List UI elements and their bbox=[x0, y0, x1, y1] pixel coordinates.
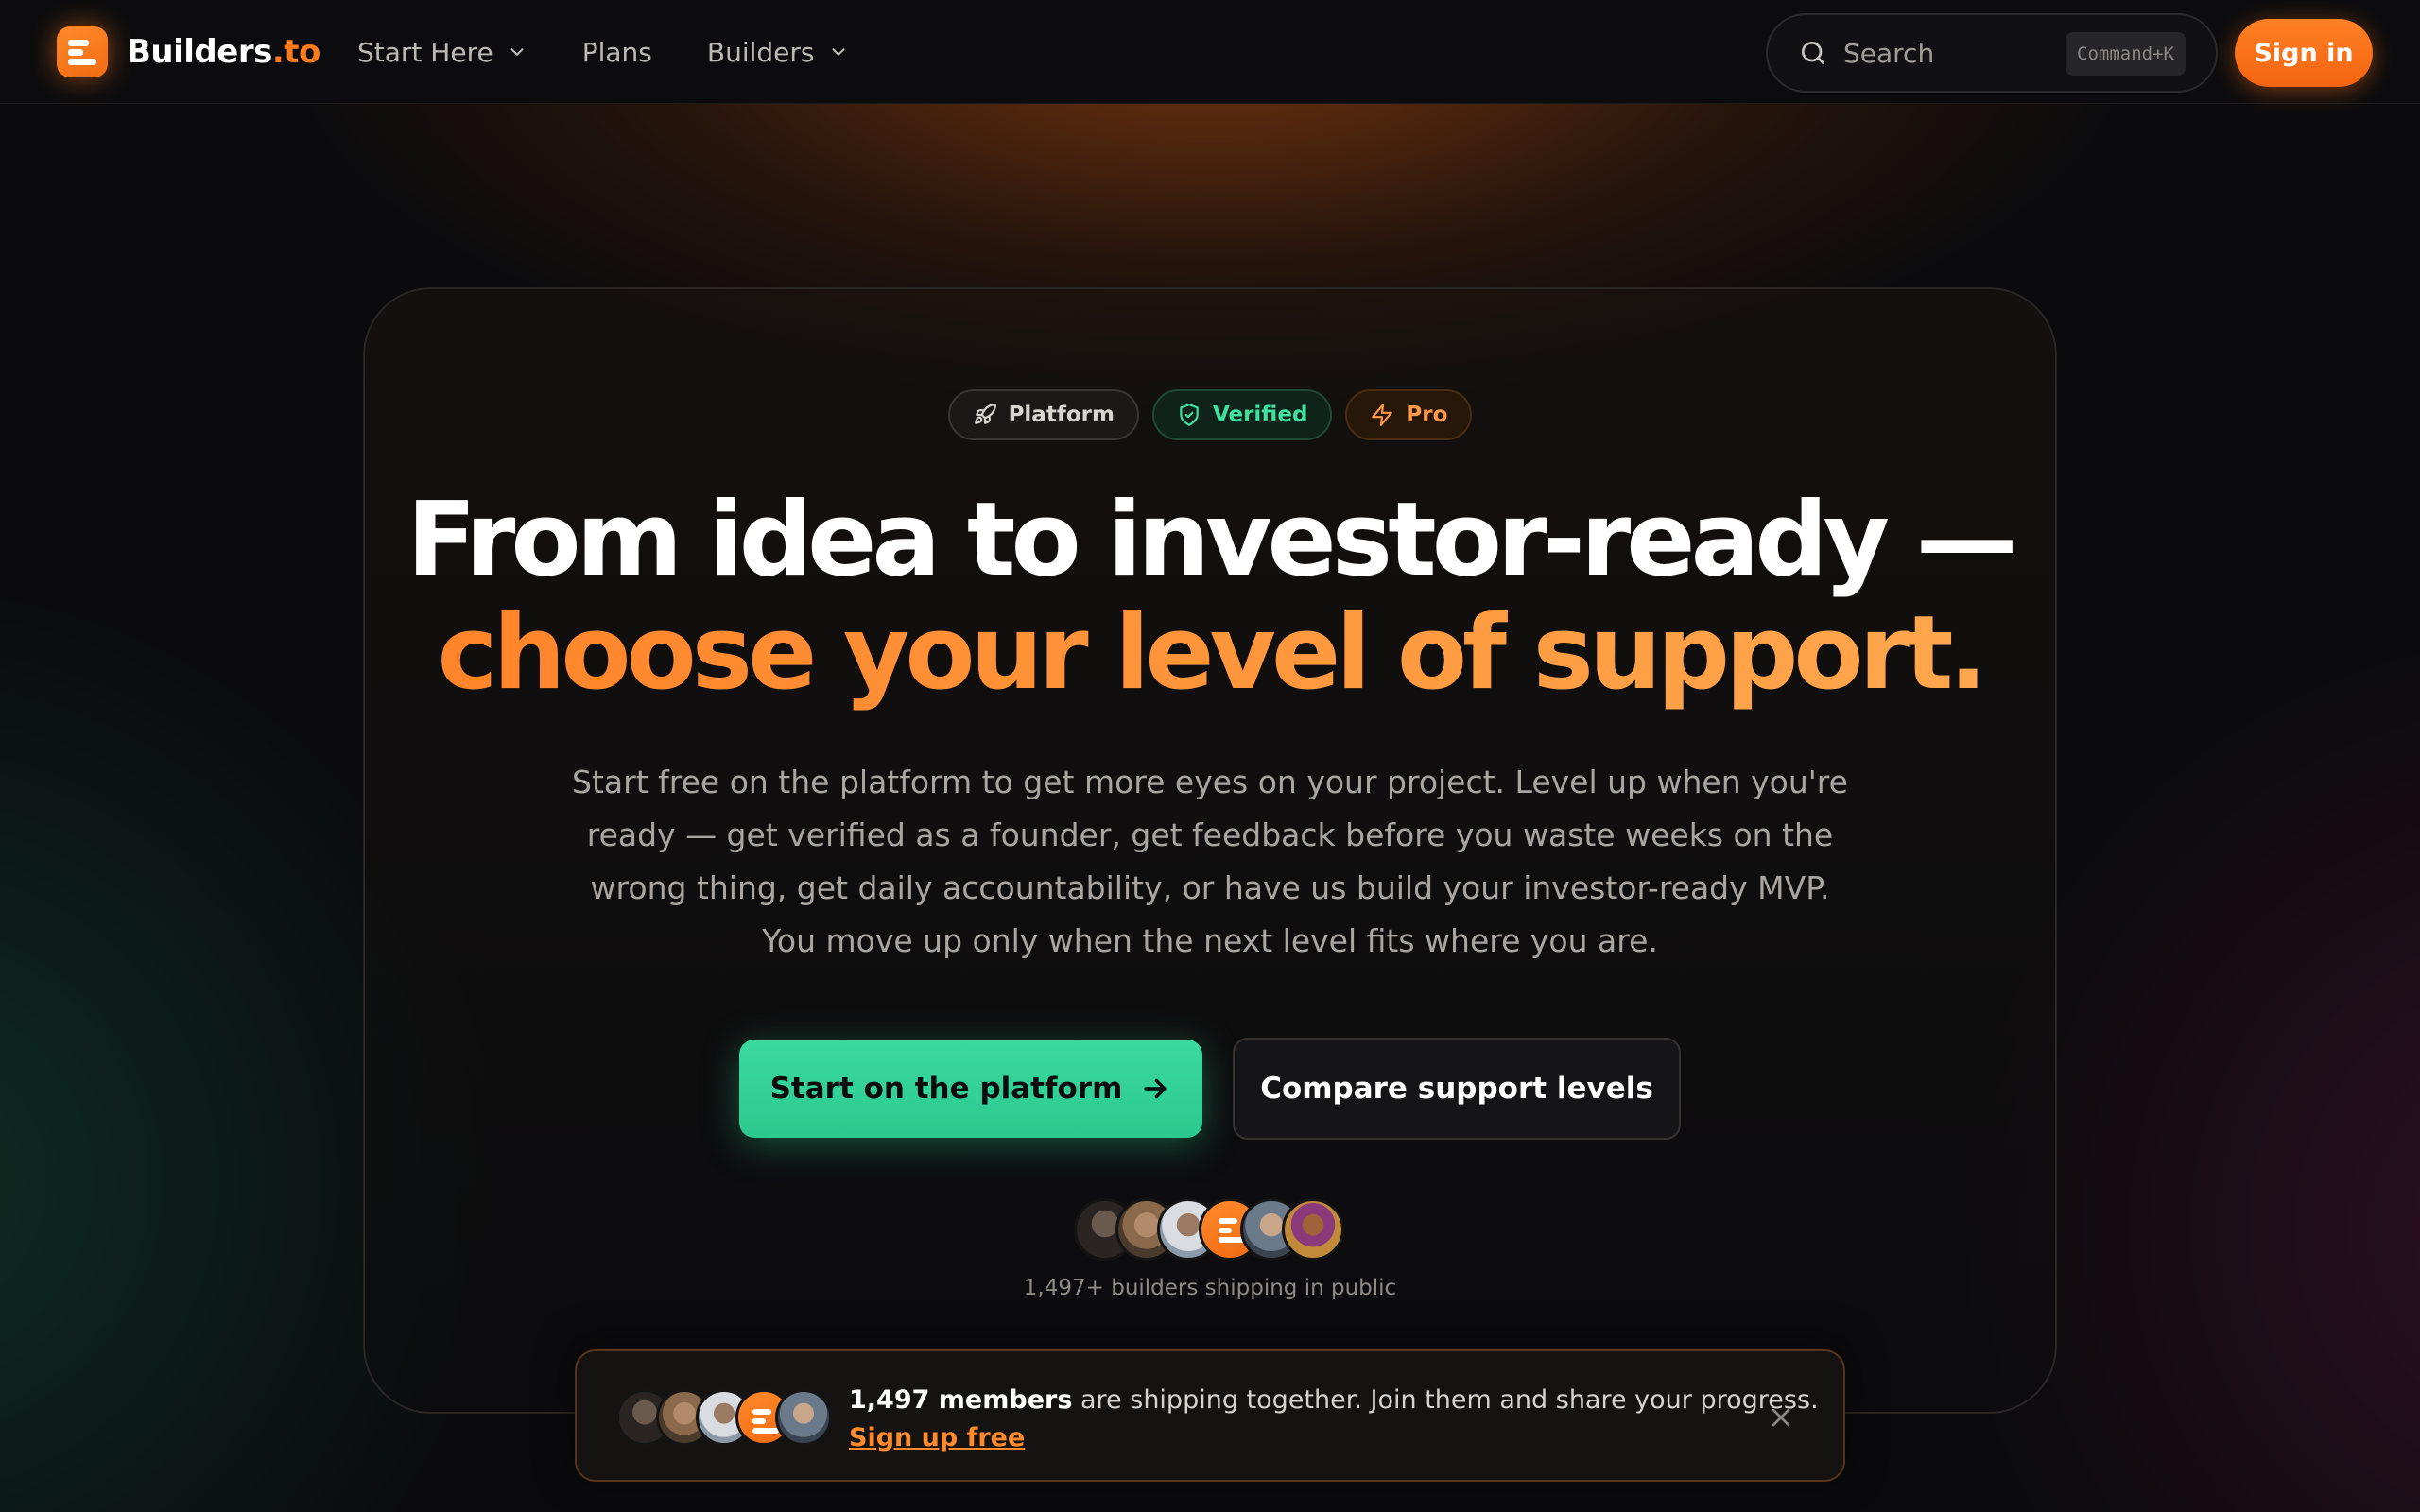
member-count: 1,497 members bbox=[849, 1385, 1073, 1415]
rocket-icon bbox=[974, 404, 996, 424]
builder-avatars bbox=[1074, 1198, 1344, 1261]
brand-logo-link[interactable]: Builders.to bbox=[57, 26, 320, 77]
badge-platform-label: Platform bbox=[1008, 403, 1115, 427]
badge-pro-label: Pro bbox=[1406, 403, 1448, 427]
badge-pro: Pro bbox=[1345, 389, 1473, 440]
nav-start-here[interactable]: Start Here bbox=[357, 37, 527, 68]
member-avatars bbox=[616, 1389, 832, 1446]
nav-builders[interactable]: Builders bbox=[707, 37, 849, 68]
nav-links: Start Here Plans Builders bbox=[357, 0, 904, 104]
avatar bbox=[775, 1389, 832, 1446]
search-box[interactable]: Command+K bbox=[1766, 13, 2218, 93]
page: Builders.to Start Here Plans Builders Co… bbox=[0, 0, 2420, 1512]
badge-verified-label: Verified bbox=[1212, 403, 1308, 427]
lightning-icon bbox=[1372, 404, 1393, 426]
shield-check-icon bbox=[1180, 404, 1199, 426]
search-icon bbox=[1802, 42, 1824, 64]
signup-banner: 1,497 members are shipping together. Joi… bbox=[575, 1349, 1845, 1482]
hero-description: Start free on the platform to get more e… bbox=[572, 764, 1848, 959]
headline-line-1: From idea to investor-ready — bbox=[406, 481, 2017, 599]
builders-count-text: 1,497+ builders shipping in public bbox=[1023, 1276, 1397, 1300]
badge-platform: Platform bbox=[947, 389, 1139, 440]
chevron-down-icon bbox=[831, 48, 845, 56]
nav-start-here-label: Start Here bbox=[357, 36, 493, 68]
badge-verified: Verified bbox=[1151, 389, 1333, 440]
start-on-platform-button[interactable]: Start on the platform bbox=[739, 1040, 1202, 1138]
compare-support-levels-button[interactable]: Compare support levels bbox=[1233, 1038, 1681, 1140]
sign-in-button[interactable]: Sign in bbox=[2235, 19, 2373, 87]
banner-message-text: are shipping together. Join them and sha… bbox=[1072, 1385, 1819, 1415]
nav-plans[interactable]: Plans bbox=[582, 37, 652, 68]
search-shortcut-hint: Command+K bbox=[2066, 32, 2186, 76]
close-icon[interactable] bbox=[1766, 1402, 1796, 1433]
start-on-platform-label: Start on the platform bbox=[769, 1072, 1123, 1106]
nav-plans-label: Plans bbox=[581, 36, 652, 68]
nav-builders-label: Builders bbox=[706, 36, 815, 68]
avatar bbox=[1282, 1198, 1344, 1261]
sign-up-free-link[interactable]: Sign up free bbox=[849, 1419, 1025, 1457]
badge-row: Platform Verified Pro bbox=[0, 389, 2420, 440]
builders-logo-icon bbox=[57, 26, 108, 77]
banner-message: 1,497 members are shipping together. Joi… bbox=[849, 1382, 1819, 1419]
search-input[interactable] bbox=[1843, 37, 2051, 69]
top-navbar: Builders.to Start Here Plans Builders Co… bbox=[0, 0, 2420, 104]
chevron-down-icon bbox=[510, 48, 524, 56]
hero-headline: From idea to investor-ready — choose you… bbox=[0, 484, 2420, 711]
brand-name: Builders.to bbox=[127, 33, 320, 71]
arrow-right-icon bbox=[1144, 1078, 1167, 1099]
headline-line-2: choose your level of support. bbox=[0, 597, 2420, 711]
